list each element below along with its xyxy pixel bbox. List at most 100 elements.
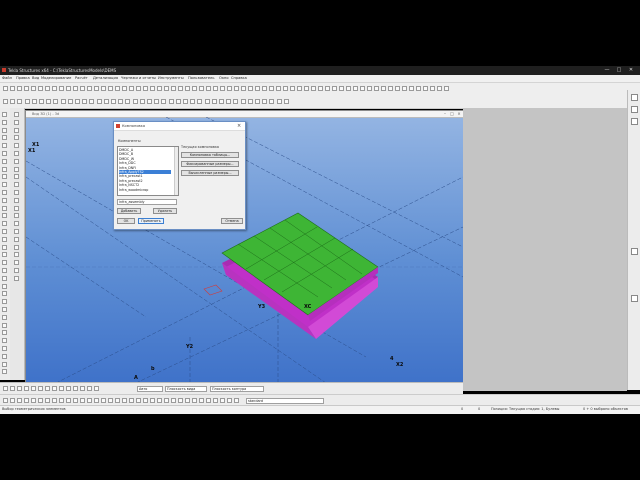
- toolbar-tool-icon[interactable]: [164, 86, 169, 91]
- toolbar-tool-icon[interactable]: [80, 398, 85, 403]
- toolbar-tool-icon[interactable]: [80, 86, 85, 91]
- toolbar-tool-icon[interactable]: [150, 86, 155, 91]
- toolbar-tool-icon[interactable]: [168, 99, 174, 104]
- toolbar-tool-icon[interactable]: [108, 398, 113, 403]
- toolbar-tool-icon[interactable]: [388, 86, 393, 91]
- toolbar-tool-icon[interactable]: [103, 99, 109, 104]
- toolbar-tool-icon[interactable]: [31, 86, 36, 91]
- apply-button[interactable]: Применить: [138, 218, 164, 224]
- toolbar-tool-icon[interactable]: [17, 86, 22, 91]
- toolbar-tool-icon[interactable]: [2, 143, 7, 149]
- toolbar-tool-icon[interactable]: [14, 119, 19, 125]
- menu-analysis[interactable]: Расчёт: [75, 76, 88, 80]
- toolbar-tool-icon[interactable]: [234, 398, 239, 403]
- settings-icon[interactable]: [631, 94, 638, 101]
- toolbar-tool-icon[interactable]: [233, 99, 239, 104]
- toolbar-tool-icon[interactable]: [24, 99, 30, 104]
- toolbar-tool-icon[interactable]: [226, 99, 232, 104]
- toolbar-tool-icon[interactable]: [24, 398, 29, 403]
- toolbar-tool-icon[interactable]: [199, 398, 204, 403]
- toolbar-tool-icon[interactable]: [2, 361, 7, 367]
- toolbar-tool-icon[interactable]: [14, 236, 19, 242]
- toolbar-tool-icon[interactable]: [66, 86, 71, 91]
- toolbar-tool-icon[interactable]: [276, 99, 282, 104]
- toolbar-tool-icon[interactable]: [52, 386, 57, 391]
- toolbar-tool-icon[interactable]: [24, 86, 29, 91]
- delete-button[interactable]: Удалить: [153, 208, 177, 214]
- toolbar-tool-icon[interactable]: [3, 86, 8, 91]
- toolbar-tool-icon[interactable]: [2, 275, 7, 281]
- toolbar-tool-icon[interactable]: [60, 99, 66, 104]
- toolbar-tool-icon[interactable]: [395, 86, 400, 91]
- toolbar-tool-icon[interactable]: [255, 86, 260, 91]
- toolbar-tool-icon[interactable]: [75, 99, 80, 104]
- toolbar-tool-icon[interactable]: [311, 86, 316, 91]
- toolbar-tool-icon[interactable]: [45, 398, 50, 403]
- toolbar-tool-icon[interactable]: [2, 221, 7, 227]
- toolbar-tool-icon[interactable]: [2, 322, 7, 328]
- toolbar-tool-icon[interactable]: [2, 291, 7, 297]
- toolbar-tool-icon[interactable]: [73, 386, 78, 391]
- toolbar-tool-icon[interactable]: [14, 127, 19, 133]
- menu-drawings[interactable]: Чертежи и отчеты: [121, 76, 156, 80]
- toolbar-tool-icon[interactable]: [45, 86, 50, 91]
- toolbar-tool-icon[interactable]: [416, 86, 421, 91]
- toolbar-tool-icon[interactable]: [38, 86, 43, 91]
- toolbar-tool-icon[interactable]: [2, 283, 7, 289]
- toolbar-tool-icon[interactable]: [143, 86, 148, 91]
- toolbar-tool-icon[interactable]: [139, 99, 145, 104]
- toolbar-tool-icon[interactable]: [2, 197, 7, 203]
- toolbar-tool-icon[interactable]: [2, 182, 7, 188]
- toolbar-tool-icon[interactable]: [175, 99, 181, 104]
- toolbar-tool-icon[interactable]: [14, 182, 19, 188]
- toolbar-tool-icon[interactable]: [240, 99, 246, 104]
- toolbar-tool-icon[interactable]: [211, 99, 217, 104]
- toolbar-tool-icon[interactable]: [220, 86, 225, 91]
- snap-plane-combo[interactable]: Плоскость контура: [210, 386, 264, 392]
- toolbar-tool-icon[interactable]: [136, 86, 141, 91]
- toolbar-tool-icon[interactable]: [241, 86, 246, 91]
- toolbar-tool-icon[interactable]: [353, 86, 358, 91]
- toolbar-tool-icon[interactable]: [136, 398, 141, 403]
- toolbar-tool-icon[interactable]: [154, 99, 160, 104]
- toolbar-tool-icon[interactable]: [297, 86, 302, 91]
- toolbar-tool-icon[interactable]: [204, 99, 210, 104]
- toolbar-tool-icon[interactable]: [3, 386, 8, 391]
- menu-user[interactable]: Пользователь: [188, 76, 214, 80]
- list-scrollbar[interactable]: [174, 147, 178, 195]
- toolbar-tool-icon[interactable]: [14, 143, 19, 149]
- toolbar-tool-icon[interactable]: [14, 275, 19, 281]
- toolbar-tool-icon[interactable]: [24, 386, 29, 391]
- toolbar-tool-icon[interactable]: [66, 386, 71, 391]
- menu-help[interactable]: Справка: [231, 76, 247, 80]
- toolbar-tool-icon[interactable]: [2, 135, 7, 141]
- menu-tools[interactable]: Инструменты: [158, 76, 184, 80]
- toolbar-tool-icon[interactable]: [185, 398, 190, 403]
- toolbar-tool-icon[interactable]: [2, 213, 7, 219]
- toolbar-tool-icon[interactable]: [444, 86, 449, 91]
- toolbar-tool-icon[interactable]: [14, 244, 19, 250]
- toolbar-tool-icon[interactable]: [14, 213, 19, 219]
- toolbar-tool-icon[interactable]: [14, 190, 19, 195]
- toolbar-tool-icon[interactable]: [10, 398, 15, 403]
- toolbar-tool-icon[interactable]: [374, 86, 379, 91]
- toolbar-tool-icon[interactable]: [14, 174, 19, 180]
- toolbar-tool-icon[interactable]: [2, 190, 7, 195]
- toolbar-tool-icon[interactable]: [164, 398, 169, 403]
- catalog-icon[interactable]: [631, 118, 638, 125]
- toolbar-tool-icon[interactable]: [430, 86, 435, 91]
- toolbar-tool-icon[interactable]: [14, 151, 19, 156]
- toolbar-tool-icon[interactable]: [367, 86, 372, 91]
- toolbar-tool-icon[interactable]: [87, 386, 92, 391]
- dialog-close-button[interactable]: ×: [237, 123, 241, 129]
- toolbar-tool-icon[interactable]: [2, 174, 7, 180]
- toolbar-tool-icon[interactable]: [185, 86, 190, 91]
- component-name-input[interactable]: infra_assembly: [117, 199, 177, 205]
- toolbar-tool-icon[interactable]: [283, 99, 289, 104]
- close-button[interactable]: ✕: [626, 67, 636, 74]
- toolbar-tool-icon[interactable]: [125, 99, 131, 104]
- toolbar-tool-icon[interactable]: [38, 386, 43, 391]
- toolbar-tool-icon[interactable]: [178, 398, 183, 403]
- toolbar-tool-icon[interactable]: [2, 166, 7, 172]
- toolbar-tool-icon[interactable]: [325, 86, 330, 91]
